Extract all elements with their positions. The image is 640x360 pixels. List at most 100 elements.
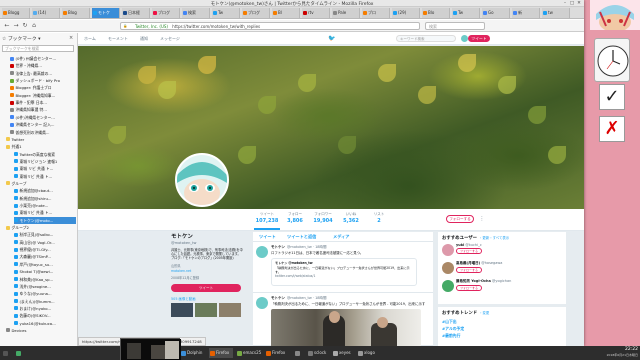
tab-media[interactable]: メディア [333, 234, 349, 240]
avatar[interactable] [442, 262, 454, 274]
browser-tab[interactable]: 日本経 [122, 8, 150, 18]
trend-item[interactable]: #アルの予定 [442, 326, 562, 332]
bookmark-item[interactable]: 浅井(@seogine... [14, 283, 76, 290]
bookmark-item[interactable]: Twitterの高度な検索 [14, 151, 76, 158]
quoted-tweet-card[interactable]: モトケン @motoken_tw 「執務判決が出るために、一日報道がない」プロデ… [271, 258, 417, 287]
tweet-avatar[interactable] [256, 297, 268, 309]
nav-notifications[interactable]: 通知 [140, 36, 148, 42]
browser-tab[interactable]: Tw [212, 8, 240, 18]
trend-item[interactable]: #最前先行 [442, 333, 562, 339]
suggested-user[interactable]: yuki@kuchi_c フォローする [442, 243, 562, 259]
media-thumbnail[interactable] [219, 302, 241, 317]
bookmark-item[interactable]: 東城リビ 共通 ト... [14, 209, 76, 216]
taskbar-item[interactable]: xeyes [332, 348, 354, 358]
bookmark-item[interactable]: 事件・犯罪 日本... [10, 99, 76, 106]
browser-tab[interactable]: 検索 [182, 8, 210, 18]
url-bar[interactable]: 🔒 Twitter, Inc. (US) https://twitter.com… [120, 22, 420, 30]
browser-tab[interactable]: モトケ [92, 8, 120, 18]
more-options-icon[interactable]: ⋮ [478, 215, 486, 223]
tweet-avatar[interactable] [256, 246, 268, 258]
tweet-button[interactable]: ツイート [468, 35, 490, 42]
tweet-to-button[interactable]: ツイート [171, 283, 241, 292]
bookmark-item[interactable]: 東城リビジョン 速報1 [14, 158, 76, 165]
taskbar-item[interactable]: emacs25 [236, 348, 262, 358]
taskbar-item[interactable]: sclock [307, 348, 329, 358]
bookmark-item[interactable]: Blogger: 弁護士ブロ [10, 84, 76, 91]
bookmark-folder[interactable]: Twitter [6, 136, 76, 143]
follow-button[interactable]: フォローする [456, 267, 482, 273]
nav-home[interactable]: ホーム [84, 36, 96, 42]
media-link[interactable]: 505 画像と動画 [171, 296, 246, 301]
bookmark-item[interactable]: 新規追加@cbaut... [14, 187, 76, 194]
bookmark-item[interactable]: ゆうな(@yuuna... [14, 290, 76, 297]
bookmark-item[interactable]: 新規追加@shiru... [14, 195, 76, 202]
bookmark-item[interactable]: (0件)沖縄県センター... [10, 114, 76, 121]
taskbar-item[interactable] [15, 348, 25, 358]
avatar[interactable] [442, 280, 454, 292]
media-thumbnail[interactable] [195, 302, 217, 317]
taskbar-item[interactable] [2, 348, 12, 358]
maximize-button[interactable]: □ [569, 1, 575, 6]
minimize-button[interactable]: – [562, 1, 568, 6]
tweet[interactable]: モトケン @motoken_tw · 18時間 「執務判決が出るために、一日報道が… [253, 294, 433, 346]
media-thumbnail[interactable] [171, 302, 193, 317]
bookmark-item[interactable]: Blogger: 沖縄県知事... [10, 92, 76, 99]
browser-tab[interactable]: ブロ [362, 8, 390, 18]
bookmark-item[interactable]: 大森麗(@TSimP... [14, 253, 76, 260]
bookmark-item[interactable]: 高山谷(@ Vogl-Or... [14, 239, 76, 246]
tab-tweets[interactable]: ツイート [259, 234, 276, 240]
follow-button[interactable]: フォローする [456, 248, 482, 254]
tweet-photo[interactable] [271, 309, 421, 346]
nav-messages[interactable]: メッセージ [160, 36, 180, 42]
back-button[interactable]: ← [3, 22, 11, 30]
browser-tab[interactable]: ブログ [242, 8, 270, 18]
close-icon[interactable]: × [69, 35, 73, 41]
bookmark-item[interactable]: 沖縄県センター 記入... [10, 121, 76, 128]
bookmark-folder[interactable]: 共通1 [6, 143, 76, 150]
bookmark-folder[interactable]: グループ [6, 180, 76, 187]
taskbar-item[interactable]: Firefox [209, 348, 233, 358]
twitter-bird-icon[interactable]: 🐦 [328, 35, 335, 42]
bookmark-item[interactable]: 東城リビ 共通 ト... [14, 173, 76, 180]
browser-tab[interactable]: (29) [392, 8, 420, 18]
bookmark-item[interactable]: ダッシュボード · bify Pro [10, 77, 76, 84]
profile-avatar[interactable] [175, 153, 229, 207]
browser-tab[interactable]: rtv [302, 8, 330, 18]
bookmark-item[interactable]: 仮想死刑の沖縄県... [10, 129, 76, 136]
sidebar-title[interactable]: ☆ ブックマーク ▾ [2, 35, 41, 42]
reload-button[interactable]: ↻ [21, 22, 29, 30]
browser-tab[interactable]: 新 [512, 8, 540, 18]
suggested-user[interactable]: 高島義(月曜日)@hasegawa フォローする [442, 261, 562, 277]
browser-tab[interactable]: Tw [452, 8, 480, 18]
trend-item[interactable]: #山下出 [442, 319, 562, 325]
bookmark-search-input[interactable]: ブックマークを検索 [2, 45, 74, 52]
browser-tab[interactable]: Bl [272, 8, 300, 18]
profile-website-link[interactable]: motoken.net [171, 269, 246, 273]
bookmark-item[interactable]: 沖縄県知事選 特... [10, 106, 76, 113]
bookmark-item[interactable]: 林和美(@Kaa_sp... [14, 276, 76, 283]
browser-tab[interactable]: Go [482, 8, 510, 18]
follow-button[interactable]: フォローする [456, 285, 482, 291]
nav-moments[interactable]: モーメント [108, 36, 128, 42]
bookmark-item[interactable]: 視界優(@TI-Gfy... [14, 246, 76, 253]
stat-lists[interactable]: リスト 2 [366, 212, 392, 224]
follow-button[interactable]: フォローする [446, 215, 474, 223]
browser-tab[interactable]: Blog [62, 8, 90, 18]
bookmark-item[interactable]: (まえん)(@kumm... [14, 298, 76, 305]
browser-tab[interactable]: Blo [422, 8, 450, 18]
taskbar-item[interactable] [294, 348, 304, 358]
who-to-follow-links[interactable]: ・更新・すべて表示 [479, 236, 509, 240]
forward-button[interactable]: → [12, 22, 20, 30]
bookmark-item[interactable]: 秋岸正見(@solko... [14, 231, 76, 238]
bookmark-item[interactable]: 小栗売(@note... [14, 202, 76, 209]
browser-tab[interactable]: ブログ [152, 8, 180, 18]
search-bar[interactable]: 検索 [425, 22, 485, 30]
bookmark-item[interactable]: モトケン(@moto... [14, 216, 76, 224]
taskbar-item[interactable]: Firefox [265, 348, 291, 358]
avatar[interactable] [442, 244, 454, 256]
bookmark-item[interactable]: おまけ(@nyoko... [14, 305, 76, 312]
close-button[interactable]: ✕ [576, 1, 582, 6]
bookmark-item[interactable]: 東城 リビ 共通 ト... [14, 165, 76, 172]
bookmark-item[interactable]: 世界・沖縄県... [10, 62, 76, 69]
tweet[interactable]: モトケン @motoken_tw · 18時間 ロフトラジオ11日は、日本で著名度… [253, 243, 433, 293]
